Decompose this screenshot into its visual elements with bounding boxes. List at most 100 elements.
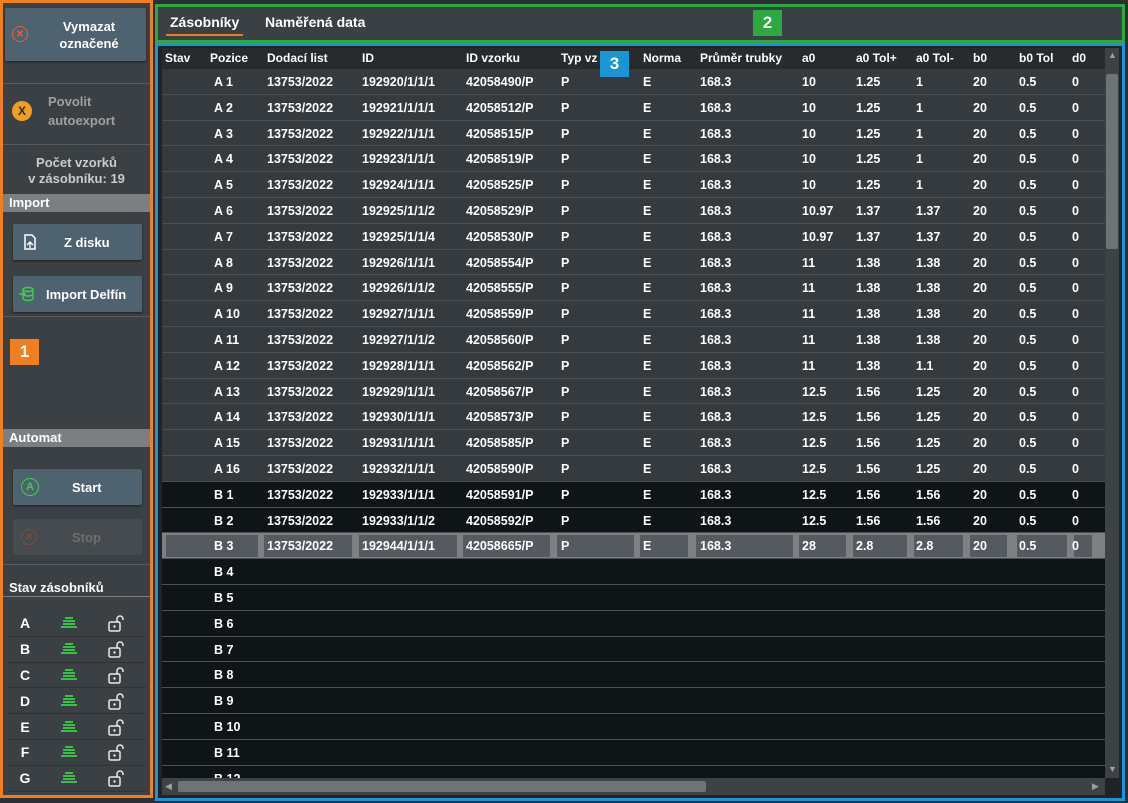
table-row[interactable]: A 12 13753/2022 192928/1/1/1 42058562/P P E 16… bbox=[162, 352, 1105, 379]
scroll-up-icon[interactable]: ▲ bbox=[1108, 50, 1117, 60]
table-cell: A 7 bbox=[214, 229, 233, 244]
column-header[interactable]: Dodací list bbox=[267, 51, 328, 65]
horizontal-scroll-thumb[interactable] bbox=[178, 781, 706, 792]
table-row[interactable]: A 7 13753/2022 192925/1/1/4 42058530/P P E 168… bbox=[162, 223, 1105, 250]
column-header[interactable]: Typ vz bbox=[561, 51, 597, 65]
table-row[interactable]: B 6 bbox=[162, 610, 1105, 637]
table-row[interactable]: A 11 13753/2022 192927/1/1/2 42058560/P P E 16… bbox=[162, 327, 1105, 353]
unlock-icon[interactable] bbox=[96, 769, 136, 787]
table-row-selected[interactable]: B 3 13753/2022 192944/1/1/1 42058665/P P E 168… bbox=[162, 533, 1105, 560]
table-row[interactable]: A 4 13753/2022 192923/1/1/1 42058519/P P E 168… bbox=[162, 146, 1105, 173]
table-cell: 42058490/P bbox=[466, 75, 534, 89]
column-header[interactable]: a0 Tol- bbox=[916, 51, 954, 65]
clear-selected-button[interactable]: ✕ Vymazat označené bbox=[5, 8, 146, 61]
column-header[interactable]: b0 Tol bbox=[1019, 51, 1053, 65]
table-cell: P bbox=[561, 487, 570, 502]
column-header[interactable]: ID vzorku bbox=[466, 51, 520, 65]
unlock-icon[interactable] bbox=[96, 614, 136, 633]
table-row[interactable]: A 14 13753/2022 192930/1/1/1 42058573/P P E 16… bbox=[162, 404, 1105, 431]
divider bbox=[3, 144, 150, 145]
table-row[interactable]: A 13 13753/2022 192929/1/1/1 42058567/P P E 16… bbox=[162, 378, 1105, 405]
table-cell: E bbox=[643, 204, 652, 218]
table-cell: P bbox=[561, 100, 570, 115]
table-row[interactable]: B 9 bbox=[162, 688, 1105, 714]
table-cell: A 14 bbox=[214, 410, 240, 425]
scroll-left-icon[interactable]: ◀ bbox=[165, 781, 172, 792]
table-cell: 1.1 bbox=[916, 358, 934, 373]
column-header[interactable]: Pozice bbox=[210, 51, 248, 65]
table-cell: 168.3 bbox=[700, 462, 732, 476]
tab-namerena-data[interactable]: Naměřená data bbox=[265, 11, 365, 36]
table-row[interactable]: B 5 bbox=[162, 585, 1105, 611]
table-row[interactable]: A 3 13753/2022 192922/1/1/1 42058515/P P E 168… bbox=[162, 120, 1105, 147]
table-cell: 1.25 bbox=[916, 384, 941, 399]
vertical-scrollbar[interactable]: ▲ ▼ bbox=[1105, 48, 1119, 778]
column-header[interactable]: d0 bbox=[1072, 51, 1086, 65]
table-row[interactable]: A 16 13753/2022 192932/1/1/1 42058590/P P E 16… bbox=[162, 456, 1105, 482]
table-row[interactable]: A 15 13753/2022 192931/1/1/1 42058585/P P E 16… bbox=[162, 430, 1105, 456]
column-header[interactable]: Stav bbox=[165, 51, 190, 65]
table-cell: P bbox=[561, 410, 570, 425]
table-row[interactable]: A 6 13753/2022 192925/1/1/2 42058529/P P E 168… bbox=[162, 198, 1105, 224]
table-row[interactable]: B 8 bbox=[162, 662, 1105, 689]
stop-button[interactable]: ✕ Stop bbox=[13, 519, 142, 555]
table-cell: 1.56 bbox=[916, 487, 941, 502]
table-cell: A 11 bbox=[214, 333, 240, 347]
unlock-icon[interactable] bbox=[96, 692, 136, 710]
table-row[interactable]: B 11 bbox=[162, 739, 1105, 766]
table-row[interactable]: A 9 13753/2022 192926/1/1/2 42058555/P P E 168… bbox=[162, 275, 1105, 302]
start-button[interactable]: A Start bbox=[13, 469, 142, 505]
table-cell: 10 bbox=[802, 100, 816, 115]
import-delfin-button[interactable]: Import Delfín bbox=[13, 276, 142, 312]
table-row[interactable]: B 2 13753/2022 192933/1/1/2 42058592/P P E 168… bbox=[162, 507, 1105, 534]
table-row[interactable]: B 12 bbox=[162, 765, 1105, 778]
table-row[interactable]: B 10 bbox=[162, 714, 1105, 740]
table-cell: 0 bbox=[1072, 539, 1079, 554]
file-import-icon bbox=[24, 234, 36, 250]
stop-circle-icon: ✕ bbox=[21, 529, 37, 545]
table-row[interactable]: A 5 13753/2022 192924/1/1/1 42058525/P P E 168… bbox=[162, 172, 1105, 198]
table-row[interactable]: A 10 13753/2022 192927/1/1/1 42058559/P P E 16… bbox=[162, 301, 1105, 327]
column-header[interactable]: Norma bbox=[643, 51, 681, 65]
column-header[interactable]: b0 bbox=[973, 51, 987, 65]
unlock-icon[interactable] bbox=[96, 666, 136, 684]
scroll-down-icon[interactable]: ▼ bbox=[1108, 764, 1117, 774]
table-cell: 0 bbox=[1072, 384, 1079, 399]
table-cell: P bbox=[561, 358, 570, 373]
table-cell: B 8 bbox=[214, 668, 234, 683]
table-row[interactable]: A 2 13753/2022 192921/1/1/1 42058512/P P E 168… bbox=[162, 94, 1105, 121]
table-cell: 192932/1/1/1 bbox=[362, 462, 435, 476]
table-row[interactable]: B 7 bbox=[162, 636, 1105, 663]
table-cell: 1.37 bbox=[856, 204, 881, 218]
table-row[interactable]: A 8 13753/2022 192926/1/1/1 42058554/P P E 168… bbox=[162, 249, 1105, 276]
column-header[interactable]: Průměr trubky bbox=[700, 51, 782, 65]
table-cell: 1.25 bbox=[856, 126, 881, 141]
table-cell: 1 bbox=[916, 178, 923, 193]
stav-section-header: Stav zásobníků bbox=[3, 579, 150, 597]
scroll-right-icon[interactable]: ▶ bbox=[1092, 781, 1099, 792]
table-cell: 20 bbox=[973, 539, 987, 554]
column-header[interactable]: a0 bbox=[802, 51, 815, 65]
table-cell: 2.8 bbox=[856, 539, 874, 554]
vertical-scroll-thumb[interactable] bbox=[1106, 74, 1118, 249]
table-cell: 20 bbox=[973, 436, 987, 451]
magazine-status-row: F bbox=[8, 740, 146, 766]
unlock-icon[interactable] bbox=[96, 718, 136, 736]
autoexport-label-1: Povolit bbox=[48, 94, 92, 109]
unlock-icon[interactable] bbox=[96, 640, 136, 658]
unlock-icon[interactable] bbox=[96, 743, 136, 762]
table-header: Stav Pozice Dodací list ID ID vzorku Typ vz No… bbox=[162, 48, 1105, 69]
horizontal-scrollbar[interactable]: ◀ ▶ bbox=[162, 778, 1105, 795]
table-cell: 168.3 bbox=[700, 487, 732, 502]
column-header[interactable]: ID bbox=[362, 51, 374, 65]
column-header[interactable]: a0 Tol+ bbox=[856, 51, 897, 65]
table-row[interactable]: A 1 13753/2022 192920/1/1/1 42058490/P P E 168… bbox=[162, 69, 1105, 95]
table-cell: 20 bbox=[973, 204, 987, 218]
enable-autoexport-button[interactable]: X Povolit autoexport bbox=[5, 89, 146, 131]
table-cell: 20 bbox=[973, 410, 987, 425]
table-row[interactable]: B 4 bbox=[162, 559, 1105, 585]
table-row[interactable]: B 1 13753/2022 192933/1/1/1 42058591/P P E 168… bbox=[162, 481, 1105, 508]
import-from-disk-button[interactable]: Z disku bbox=[13, 224, 142, 260]
tab-zasobniky[interactable]: Zásobníky bbox=[166, 11, 244, 36]
stack-icon bbox=[42, 720, 96, 734]
